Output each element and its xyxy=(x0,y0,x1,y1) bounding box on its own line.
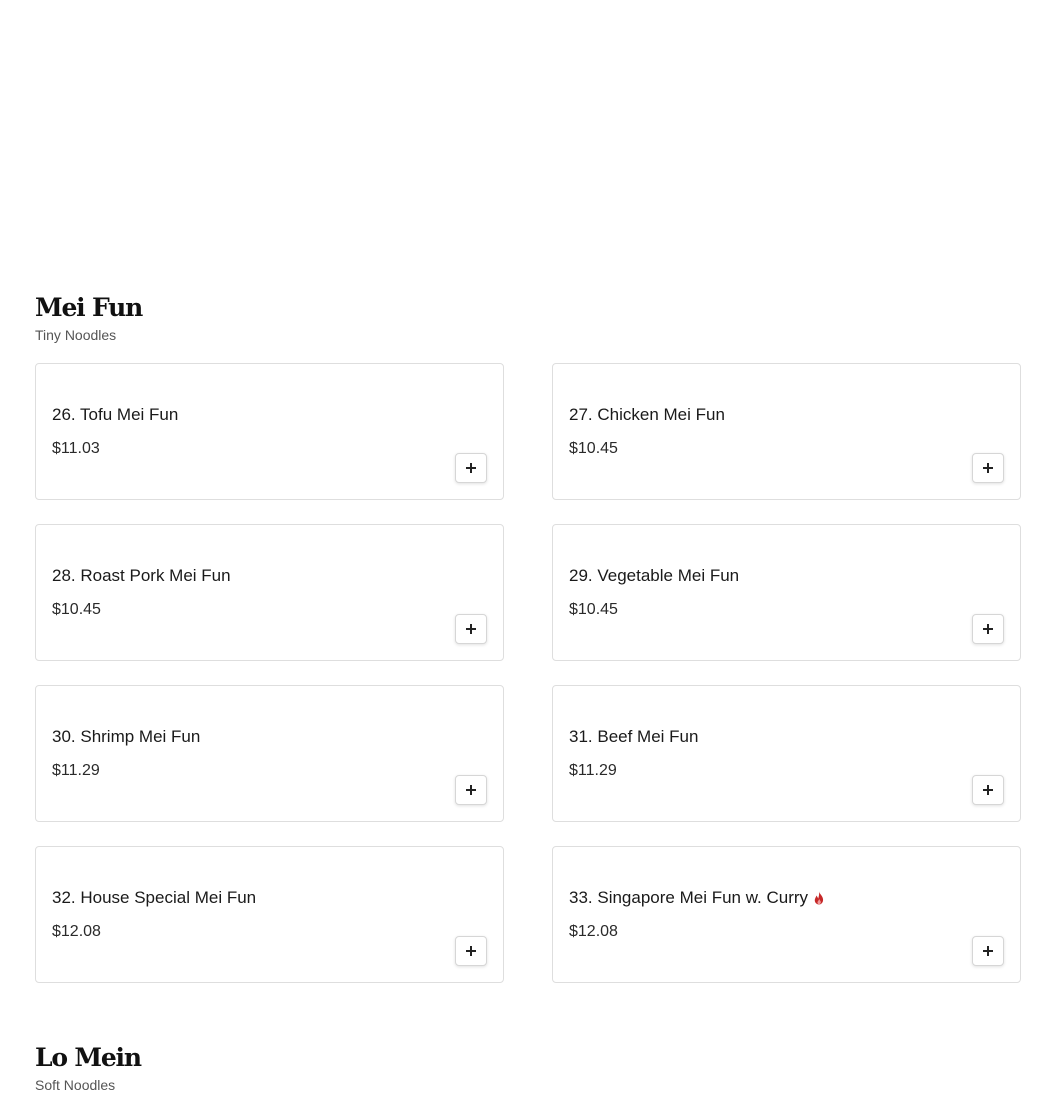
menu-item-price: $11.03 xyxy=(52,440,100,457)
menu-item-card[interactable]: 28. Roast Pork Mei Fun $10.45 xyxy=(35,524,504,661)
section-subtitle: Tiny Noodles xyxy=(35,327,117,343)
menu-item-name: 27. Chicken Mei Fun xyxy=(569,405,725,424)
menu-item-card[interactable]: 29. Vegetable Mei Fun $10.45 xyxy=(552,524,1021,661)
menu-item-name-row: 33. Singapore Mei Fun w. Curry xyxy=(569,888,825,908)
plus-icon xyxy=(983,785,993,795)
menu-item-price: $11.29 xyxy=(52,762,100,779)
add-to-cart-button[interactable] xyxy=(455,936,487,966)
menu-item-price: $10.45 xyxy=(52,601,101,618)
section-subtitle: Soft Noodles xyxy=(35,1077,116,1093)
menu-item-card[interactable]: 30. Shrimp Mei Fun $11.29 xyxy=(35,685,504,822)
menu-item-name: 32. House Special Mei Fun xyxy=(52,888,257,907)
menu-item-name: 30. Shrimp Mei Fun xyxy=(52,727,201,746)
plus-icon xyxy=(466,463,476,473)
menu-item-grid: 26. Tofu Mei Fun $11.03 27. Chicken Mei … xyxy=(35,363,1021,983)
add-to-cart-button[interactable] xyxy=(972,936,1004,966)
section-mei-fun-header: Mei Fun Tiny Noodles xyxy=(35,294,1021,344)
menu-item-card[interactable]: 32. House Special Mei Fun $12.08 xyxy=(35,846,504,983)
section-title: Mei Fun xyxy=(35,293,143,322)
flame-icon xyxy=(814,891,824,905)
menu-item-price: $12.08 xyxy=(52,923,101,940)
section-lo-mein-header: Lo Mein Soft Noodles xyxy=(35,1044,1021,1094)
menu-item-price: $11.29 xyxy=(569,762,617,779)
add-to-cart-button[interactable] xyxy=(972,453,1004,483)
add-to-cart-button[interactable] xyxy=(455,453,487,483)
menu-item-name: 26. Tofu Mei Fun xyxy=(52,405,179,424)
menu-item-card[interactable]: 33. Singapore Mei Fun w. Curry $12.08 xyxy=(552,846,1021,983)
menu-item-name: 28. Roast Pork Mei Fun xyxy=(52,566,231,585)
plus-icon xyxy=(983,624,993,634)
add-to-cart-button[interactable] xyxy=(972,614,1004,644)
menu-item-price: $12.08 xyxy=(569,923,618,940)
menu-item-name: 29. Vegetable Mei Fun xyxy=(569,566,740,585)
menu-item-price: $10.45 xyxy=(569,601,618,618)
plus-icon xyxy=(466,624,476,634)
section-title: Lo Mein xyxy=(35,1043,142,1072)
menu-item-card[interactable]: 31. Beef Mei Fun $11.29 xyxy=(552,685,1021,822)
plus-icon xyxy=(466,785,476,795)
plus-icon xyxy=(466,946,476,956)
add-to-cart-button[interactable] xyxy=(455,775,487,805)
menu-item-price: $10.45 xyxy=(569,440,618,457)
menu-item-card[interactable]: 27. Chicken Mei Fun $10.45 xyxy=(552,363,1021,500)
plus-icon xyxy=(983,463,993,473)
menu-item-card[interactable]: 26. Tofu Mei Fun $11.03 xyxy=(35,363,504,500)
add-to-cart-button[interactable] xyxy=(972,775,1004,805)
menu-item-name: 33. Singapore Mei Fun w. Curry xyxy=(569,888,809,907)
add-to-cart-button[interactable] xyxy=(455,614,487,644)
plus-icon xyxy=(983,946,993,956)
menu-item-name: 31. Beef Mei Fun xyxy=(569,727,699,746)
